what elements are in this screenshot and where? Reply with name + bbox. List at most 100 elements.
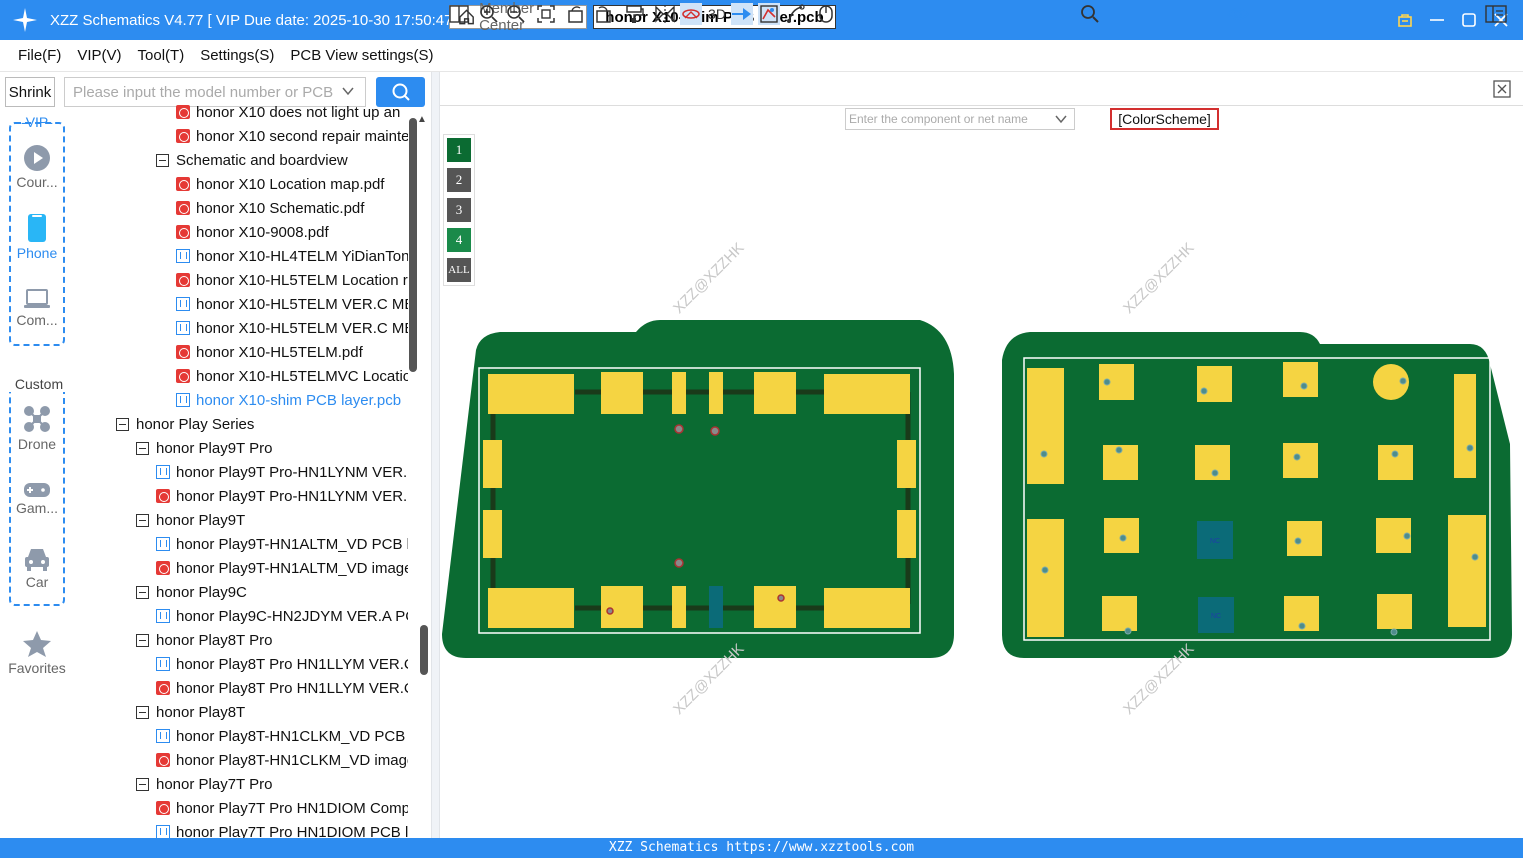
tree-item-label: honor Play9C (156, 583, 247, 601)
menu-tool[interactable]: Tool(T) (138, 47, 185, 64)
shrink-button[interactable]: Shrink (5, 77, 55, 107)
menu-file[interactable]: File(F) (18, 47, 61, 64)
rotate-right-icon[interactable] (592, 3, 614, 25)
paint-roller-icon[interactable] (623, 3, 645, 25)
window-title: XZZ Schematics V4.77 [ VIP Due date: 202… (50, 11, 461, 29)
eye-icon[interactable] (1227, 3, 1249, 25)
tree-file[interactable]: honor X10 Location map.pdf (176, 172, 384, 196)
collapse-icon[interactable] (136, 777, 149, 791)
zoom-in-icon[interactable] (478, 3, 500, 25)
pcb-board-drawing[interactable]: NC NC (440, 134, 1523, 838)
component-search-input[interactable]: Enter the component or net name (845, 108, 1075, 130)
sidebar-item-computer[interactable]: Com... (0, 288, 74, 328)
tree-file[interactable]: honor X10 second repair mainte (176, 124, 408, 148)
layer-button-2[interactable]: 2 (447, 168, 471, 192)
tree-folder[interactable]: honor Play9C (136, 580, 247, 604)
tree-file[interactable]: honor Play8T Pro HN1LLYM VER.C (156, 652, 408, 676)
flip-board-icon[interactable] (680, 3, 702, 25)
sidebar-item-car[interactable]: Car (0, 546, 74, 590)
tree-file[interactable]: honor Play8T Pro HN1LLYM VER.C (156, 676, 408, 700)
vip-bag-icon[interactable] (1397, 12, 1413, 28)
collapse-icon[interactable] (136, 705, 149, 719)
minimize-button[interactable] (1429, 12, 1445, 28)
tree-scrollbar-secondary[interactable] (420, 625, 428, 675)
sidebar-item-favorites[interactable]: Favorites (0, 630, 74, 676)
tree-file[interactable]: honor Play7T Pro HN1DIOM PCB la (156, 820, 408, 838)
collapse-icon[interactable] (136, 633, 149, 647)
sidebar-item-game[interactable]: Gam... (0, 482, 74, 516)
tree-file[interactable]: honor X10-HL5TELM Location r (176, 268, 408, 292)
net-highlight-icon[interactable] (758, 3, 780, 25)
tree-folder[interactable]: honor Play8T (136, 700, 245, 724)
tree-file[interactable]: honor X10-shim PCB layer.pcb (176, 388, 401, 412)
tree-file[interactable]: honor Play9C-HN2JDYM VER.A PC (156, 604, 408, 628)
tree-file[interactable]: honor X10-HL5TELM VER.C MB- (176, 316, 408, 340)
pdf-file-icon (176, 129, 190, 143)
tree-file[interactable]: honor X10-HL5TELM VER.C MB (176, 292, 408, 316)
rotate-left-icon[interactable] (565, 3, 587, 25)
fit-screen-icon[interactable] (535, 3, 557, 25)
mouse-icon[interactable] (815, 3, 837, 25)
tree-folder[interactable]: honor Play9T (136, 508, 245, 532)
pdf-file-icon (176, 177, 190, 191)
tree-file[interactable]: honor X10-9008.pdf (176, 220, 329, 244)
collapse-icon[interactable] (116, 417, 129, 431)
view-3d-button[interactable]: 3D (706, 3, 728, 25)
tree-file[interactable]: honor X10 does not light up an (176, 100, 400, 124)
tree-file[interactable]: honor Play8T-HN1CLKM_VD image (156, 748, 408, 772)
tree-folder[interactable]: honor Play9T Pro (136, 436, 272, 460)
search-icon[interactable] (1079, 3, 1101, 25)
close-tab-icon[interactable] (1493, 80, 1511, 103)
tree-file[interactable]: honor Play9T-HN1ALTM_VD PCB la (156, 532, 408, 556)
tree-file[interactable]: honor Play9T-HN1ALTM_VD image (156, 556, 408, 580)
tree-file[interactable]: honor X10-HL4TELM YiDianTon (176, 244, 408, 268)
sidebar-item-phone[interactable]: Phone (0, 213, 74, 261)
chevron-down-icon[interactable] (1054, 112, 1068, 129)
tree-file[interactable]: honor Play8T-HN1CLKM_VD PCB la (156, 724, 408, 748)
colorscheme-button[interactable]: [ColorScheme] (1110, 108, 1219, 130)
split-view-icon[interactable] (448, 3, 470, 25)
tree-folder[interactable]: Schematic and boardview (156, 148, 348, 172)
pin-arrow-icon[interactable] (731, 3, 753, 25)
collapse-icon[interactable] (136, 441, 149, 455)
layer-button-4[interactable]: 4 (447, 228, 471, 252)
component-search-placeholder: Enter the component or net name (849, 112, 1028, 126)
tree-folder[interactable]: honor Play8T Pro (136, 628, 272, 652)
layer-button-all[interactable]: ALL (447, 258, 471, 282)
maximize-button[interactable] (1461, 12, 1477, 28)
collapse-icon[interactable] (136, 585, 149, 599)
menu-pcb-view-settings[interactable]: PCB View settings(S) (290, 47, 433, 64)
menu-vip[interactable]: VIP(V) (77, 47, 121, 64)
tree-file[interactable]: honor X10-HL5TELM.pdf (176, 340, 363, 364)
tree-file[interactable]: honor X10 Schematic.pdf (176, 196, 364, 220)
collapse-icon[interactable] (136, 513, 149, 527)
layer-button-1[interactable]: 1 (447, 138, 471, 162)
layer-button-3[interactable]: 3 (447, 198, 471, 222)
pdf-file-icon (176, 345, 190, 359)
sidebar-item-courses[interactable]: Cour... (0, 144, 74, 190)
document-tab-bar (440, 72, 1523, 106)
tree-item-label: honor X10-HL5TELM Location r (196, 271, 408, 289)
tree-item-label: honor X10-shim PCB layer.pcb (196, 391, 402, 409)
zoom-out-icon[interactable] (505, 3, 527, 25)
collapse-icon[interactable] (156, 153, 169, 167)
tree-item-label: honor Play8T-HN1CLKM_VD image (176, 751, 408, 769)
tree-file[interactable]: honor Play9T Pro-HN1LYNM VER.E (156, 484, 408, 508)
pcb-canvas[interactable]: NC NC (440, 134, 1523, 838)
sidebar-item-drone[interactable]: Drone (0, 404, 74, 452)
tree-file[interactable]: honor X10-HL5TELMVC Locatio (176, 364, 408, 388)
tree-folder[interactable]: honor Play7T Pro (136, 772, 272, 796)
tree-file[interactable]: honor Play9T Pro-HN1LYNM VER.E (156, 460, 408, 484)
menu-settings[interactable]: Settings(S) (200, 47, 274, 64)
scroll-up-icon[interactable]: ▲ (417, 114, 427, 125)
pdf-file-icon (156, 801, 170, 815)
tree-scrollbar[interactable] (409, 118, 417, 372)
tree-file[interactable]: honor Play7T Pro HN1DIOM Comp (156, 796, 408, 820)
tree-folder[interactable]: honor Play Series (116, 412, 254, 436)
trace-curve-icon[interactable] (785, 3, 807, 25)
mirror-icon[interactable] (654, 3, 676, 25)
custom-label: Custom (5, 376, 73, 392)
side-panel-icon[interactable] (1485, 3, 1507, 25)
layer-selector: 1 2 3 4 ALL (443, 134, 475, 286)
panel-splitter[interactable] (431, 72, 440, 838)
